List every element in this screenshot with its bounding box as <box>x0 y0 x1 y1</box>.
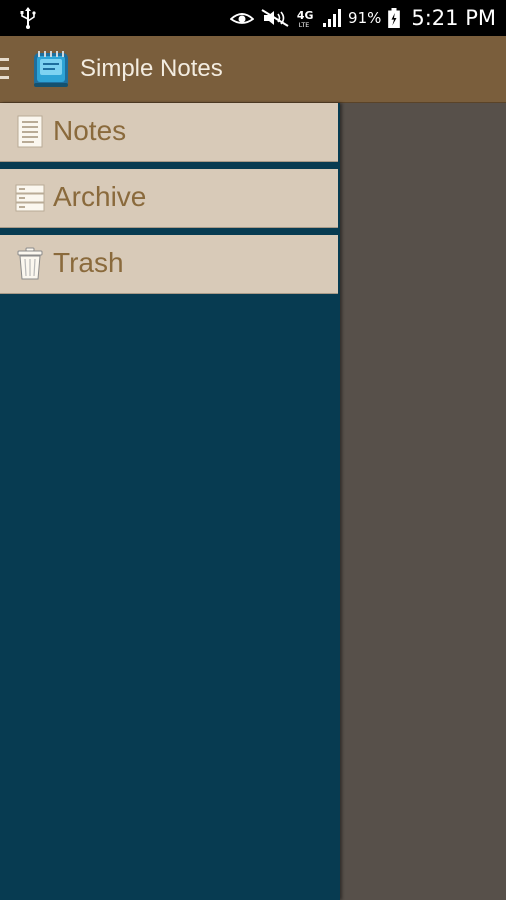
usb-icon <box>18 6 38 30</box>
drawer-item-notes[interactable]: Notes <box>0 103 338 162</box>
main-content-dimmed[interactable] <box>338 103 506 900</box>
notebook-icon[interactable] <box>31 50 71 90</box>
signal-icon <box>323 9 342 27</box>
status-icons: 4G LTE 91% 5:21 PM <box>230 0 496 36</box>
mute-icon <box>261 9 289 27</box>
drawer-item-label: Archive <box>53 181 147 212</box>
navigation-drawer: Notes Archive Trash <box>0 103 340 900</box>
drawer-item-archive[interactable]: Archive <box>0 169 338 228</box>
app-title: Simple Notes <box>80 55 223 82</box>
hamburger-icon[interactable] <box>0 58 10 80</box>
lte-icon: 4G LTE <box>297 9 314 28</box>
drawer-item-label: Trash <box>53 247 124 278</box>
eye-icon <box>230 13 255 24</box>
trash-icon <box>17 247 43 280</box>
battery-percent: 91% <box>348 9 382 27</box>
action-bar: Simple Notes <box>0 36 506 103</box>
drawer-item-label: Notes <box>53 115 127 146</box>
svg-text:LTE: LTE <box>299 22 310 28</box>
clock: 5:21 PM <box>411 6 496 30</box>
archive-icon <box>15 184 45 212</box>
document-icon <box>17 115 43 148</box>
svg-text:4G: 4G <box>297 9 314 22</box>
status-bar: 4G LTE 91% 5:21 PM <box>0 0 506 36</box>
battery-charging-icon <box>388 8 401 28</box>
drawer-item-trash[interactable]: Trash <box>0 235 338 294</box>
